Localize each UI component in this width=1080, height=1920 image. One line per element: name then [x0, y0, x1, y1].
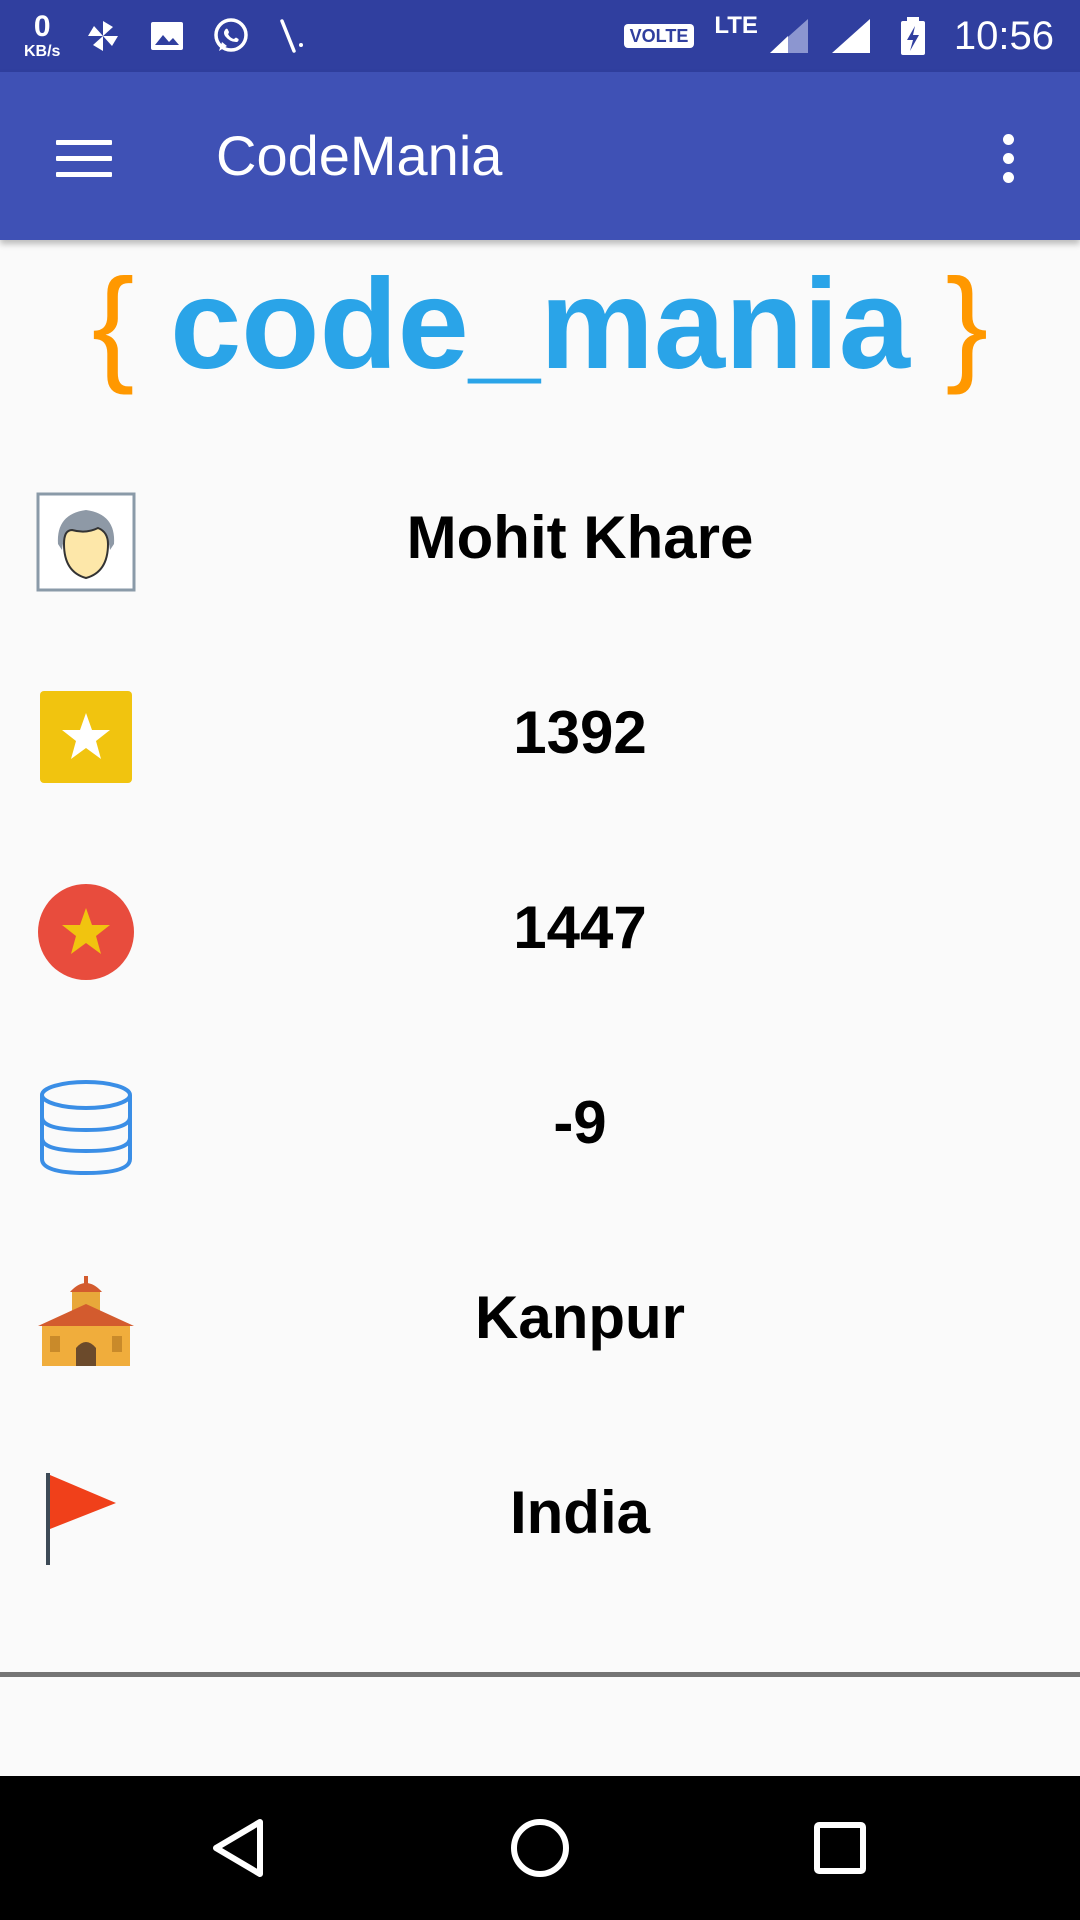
profile-info-list: Mohit Khare 1392 1447 -9 Kanpur India [0, 440, 1080, 1610]
navigation-bar [0, 1776, 1080, 1920]
app-bar: CodeMania [0, 72, 1080, 240]
row-max-rating: 1447 [0, 830, 1080, 1025]
status-left: 0 KB/s [24, 0, 316, 72]
signal-icon [831, 19, 870, 53]
whatsapp-icon [214, 18, 249, 52]
network-speed-value: 0 [33, 10, 51, 43]
yellow-star-icon [40, 691, 132, 783]
status-bar: 0 KB/s VOLTE LTE 10:56 [0, 0, 1080, 72]
flag-icon [46, 1473, 116, 1565]
code-mania-logo: { code_mania } [0, 255, 1080, 395]
image-icon [151, 22, 184, 50]
database-icon [40, 1080, 132, 1176]
row-country: India [0, 1415, 1080, 1610]
home-button[interactable] [490, 1798, 590, 1898]
network-speed: 0 KB/s [24, 12, 60, 60]
contribution-value: -9 [553, 1089, 607, 1156]
recents-icon [814, 1822, 866, 1874]
status-right: VOLTE LTE 10:56 [623, 0, 1054, 72]
country-value: India [509, 1479, 650, 1546]
row-name: Mohit Khare [0, 440, 1080, 635]
logo-open-brace: { [91, 253, 135, 396]
user-name: Mohit Khare [406, 504, 754, 571]
network-speed-unit: KB/s [24, 43, 61, 60]
back-button[interactable] [190, 1798, 290, 1898]
max-rating-value: 1447 [513, 894, 647, 961]
logo-close-brace: } [945, 253, 989, 396]
building-icon [38, 1276, 134, 1366]
missed-call-icon [280, 19, 304, 53]
more-vert-icon [1002, 133, 1014, 145]
pinwheel-icon [88, 21, 119, 51]
menu-icon [56, 139, 112, 145]
back-icon [213, 1819, 263, 1877]
red-star-badge-icon [38, 884, 134, 980]
volte-badge: VOLTE [623, 24, 695, 48]
screen: 0 KB/s VOLTE LTE 10:56 CodeMania {code_… [0, 0, 1080, 1920]
menu-button[interactable] [36, 110, 132, 206]
signal-sim1-icon [769, 19, 808, 53]
row-city: Kanpur [0, 1220, 1080, 1415]
logo-text: code_mania [170, 253, 910, 396]
row-rating: 1392 [0, 635, 1080, 830]
row-contributions: -9 [0, 1025, 1080, 1220]
user-avatar-icon [36, 492, 136, 592]
battery-charging-icon [900, 17, 925, 55]
status-clock: 10:56 [953, 13, 1054, 58]
divider [0, 1672, 1080, 1677]
home-icon [511, 1819, 569, 1877]
city-value: Kanpur [475, 1284, 685, 1351]
overflow-menu-button[interactable] [968, 118, 1048, 198]
app-title: CodeMania [216, 124, 503, 187]
recents-button[interactable] [790, 1798, 890, 1898]
rating-value: 1392 [513, 699, 647, 766]
network-type: LTE [714, 12, 758, 39]
